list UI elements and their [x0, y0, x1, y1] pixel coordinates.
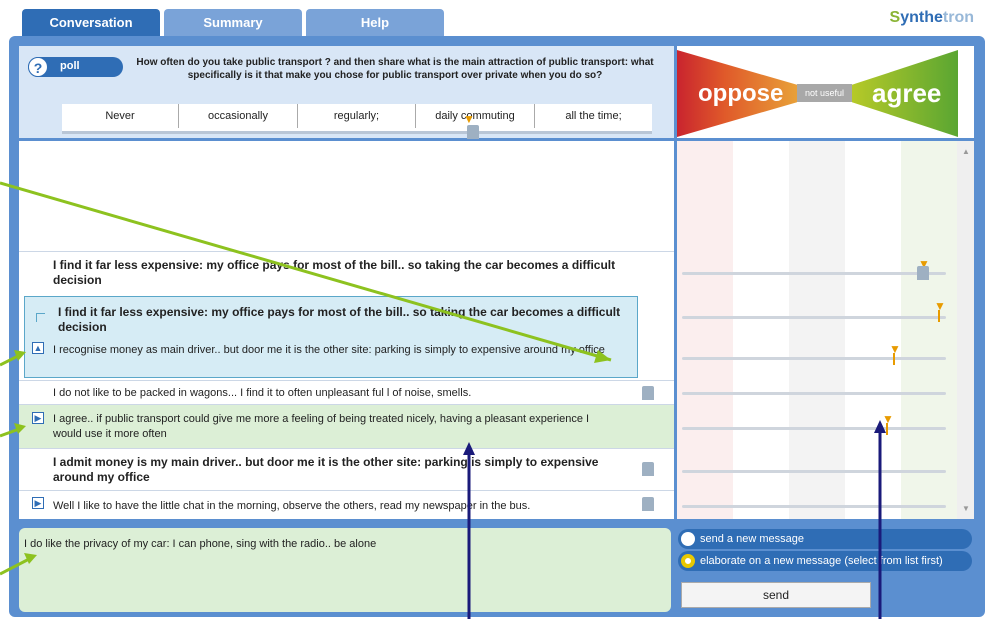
rating-slider[interactable]: [682, 427, 946, 430]
poll-option-never[interactable]: Never: [62, 104, 179, 128]
expand-icon[interactable]: ▶: [32, 412, 44, 424]
poll-label: poll: [60, 60, 80, 72]
radio-selected-icon[interactable]: [681, 554, 695, 568]
rating-slider[interactable]: [682, 392, 946, 395]
poll-option-regularly[interactable]: regularly;: [298, 104, 416, 128]
not-useful-band: not useful: [797, 84, 852, 102]
tab-conversation[interactable]: Conversation: [22, 9, 160, 36]
poll-option-occasionally[interactable]: occasionally: [179, 104, 298, 128]
message-row[interactable]: I find it far less expensive: my office …: [19, 251, 674, 296]
send-new-message-label: send a new message: [700, 533, 804, 545]
selected-message-text: I find it far less expensive: my office …: [58, 305, 621, 334]
poll-question: How often do you take public transport ?…: [136, 57, 654, 81]
agree-label: agree: [872, 78, 942, 108]
tab-summary[interactable]: Summary: [164, 9, 302, 36]
collapse-icon[interactable]: ▲: [32, 342, 44, 354]
send-new-message-option[interactable]: send a new message: [678, 529, 972, 549]
rating-handle-icon[interactable]: [642, 462, 654, 476]
rating-marker-stem: [938, 310, 940, 322]
rating-handle-icon[interactable]: [917, 266, 929, 280]
scroll-down-icon[interactable]: ▼: [962, 504, 970, 513]
scroll-up-icon[interactable]: ▲: [962, 147, 970, 156]
rating-column: [677, 141, 957, 519]
send-button[interactable]: send: [681, 582, 871, 608]
oppose-label: oppose: [698, 80, 784, 107]
scrollbar[interactable]: ▲ ▼: [957, 141, 974, 519]
poll-option-all-the-time[interactable]: all the time;: [535, 104, 652, 128]
message-text: I admit money is my main driver.. but do…: [53, 455, 599, 484]
rating-slider[interactable]: [682, 357, 946, 360]
message-text: I recognise money as main driver.. but d…: [53, 344, 605, 356]
tab-help[interactable]: Help: [306, 9, 444, 36]
poll-options: Never occasionally regularly; daily comm…: [62, 104, 652, 134]
rating-handle-icon[interactable]: [642, 386, 654, 400]
rating-slider[interactable]: [682, 470, 946, 473]
poll-marker-icon[interactable]: ▼: [463, 113, 475, 125]
rating-marker-stem: [886, 423, 888, 435]
poll-slider-handle-icon[interactable]: [467, 125, 479, 139]
rating-slider[interactable]: [682, 505, 946, 508]
elaborate-label: elaborate on a new message (select from …: [700, 555, 943, 567]
message-row[interactable]: Well I like to have the little chat in t…: [19, 490, 674, 519]
synthetron-logo: Synthetron: [889, 9, 974, 26]
rating-slider[interactable]: [682, 316, 946, 319]
rating-handle-icon[interactable]: [642, 497, 654, 511]
message-text: I agree.. if public transport could give…: [53, 413, 590, 440]
help-question-icon[interactable]: ?: [28, 57, 48, 77]
checkbox-icon[interactable]: [36, 313, 45, 322]
message-row[interactable]: I agree.. if public transport could give…: [19, 404, 674, 449]
elaborate-option[interactable]: elaborate on a new message (select from …: [678, 551, 972, 571]
message-text: I find it far less expensive: my office …: [53, 258, 616, 287]
message-row[interactable]: I do not like to be packed in wagons... …: [19, 380, 674, 405]
expand-icon[interactable]: ▶: [32, 497, 44, 509]
message-text: I do not like to be packed in wagons... …: [53, 387, 472, 399]
compose-text[interactable]: I do like the privacy of my car: I can p…: [24, 538, 376, 550]
radio-icon[interactable]: [681, 532, 695, 546]
message-text: Well I like to have the little chat in t…: [53, 500, 531, 512]
message-row[interactable]: I admit money is my main driver.. but do…: [19, 448, 674, 491]
rating-marker-stem: [893, 353, 895, 365]
rating-slider[interactable]: [682, 272, 946, 275]
